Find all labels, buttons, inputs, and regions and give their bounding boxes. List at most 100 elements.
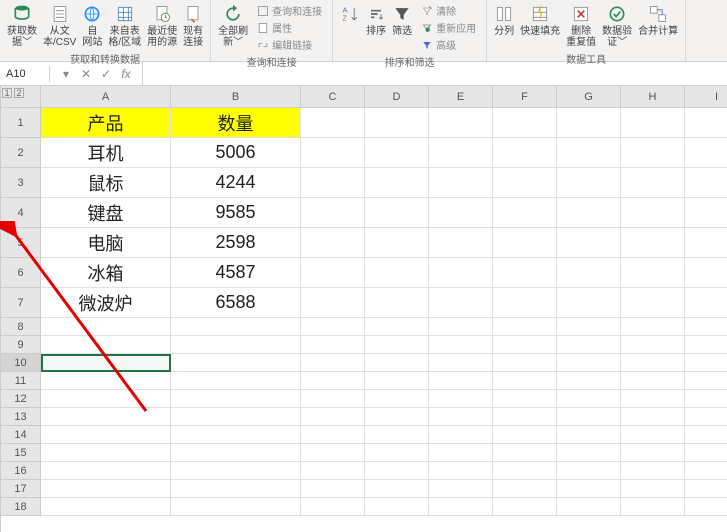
row-header-4[interactable]: 4 [1,198,41,228]
row-header-11[interactable]: 11 [1,372,41,390]
row-header-12[interactable]: 12 [1,390,41,408]
cell-I16[interactable] [685,462,727,480]
cell-C3[interactable] [301,168,365,198]
cell-B8[interactable] [171,318,301,336]
ribbon-table-button[interactable]: 来自表 格/区域 [105,2,144,50]
cell-I9[interactable] [685,336,727,354]
row-header-2[interactable]: 2 [1,138,41,168]
cell-G1[interactable] [557,108,621,138]
cell-B15[interactable] [171,444,301,462]
column-header-C[interactable]: C [301,86,365,108]
ribbon-recent-button[interactable]: 最近使 用的源 [144,2,180,50]
row-header-5[interactable]: 5 [1,228,41,258]
cell-E18[interactable] [429,498,493,516]
ribbon-sub-adv[interactable]: 高级 [419,36,478,53]
cell-C16[interactable] [301,462,365,480]
cell-C2[interactable] [301,138,365,168]
cell-H16[interactable] [621,462,685,480]
cell-E15[interactable] [429,444,493,462]
cell-G12[interactable] [557,390,621,408]
column-header-B[interactable]: B [171,86,301,108]
cell-G14[interactable] [557,426,621,444]
cell-F12[interactable] [493,390,557,408]
cell-C14[interactable] [301,426,365,444]
ribbon-sub-props[interactable]: 属性 [255,19,324,36]
cell-B17[interactable] [171,480,301,498]
cell-C15[interactable] [301,444,365,462]
cell-F1[interactable] [493,108,557,138]
cell-B18[interactable] [171,498,301,516]
cell-C11[interactable] [301,372,365,390]
row-header-1[interactable]: 1 [1,108,41,138]
ribbon-web-button[interactable]: 自 网站 [79,2,105,50]
cell-G11[interactable] [557,372,621,390]
row-header-14[interactable]: 14 [1,426,41,444]
cell-F16[interactable] [493,462,557,480]
cell-G13[interactable] [557,408,621,426]
row-header-7[interactable]: 7 [1,288,41,318]
cell-F18[interactable] [493,498,557,516]
cell-G9[interactable] [557,336,621,354]
cell-E5[interactable] [429,228,493,258]
cell-D3[interactable] [365,168,429,198]
cell-I8[interactable] [685,318,727,336]
ribbon-consol-button[interactable]: 合并计算 [635,2,681,50]
cell-G6[interactable] [557,258,621,288]
cell-A7[interactable]: 微波炉 [41,288,171,318]
cell-F2[interactable] [493,138,557,168]
row-header-9[interactable]: 9 [1,336,41,354]
cell-F14[interactable] [493,426,557,444]
cell-F13[interactable] [493,408,557,426]
cell-A18[interactable] [41,498,171,516]
cell-C4[interactable] [301,198,365,228]
cell-A5[interactable]: 电脑 [41,228,171,258]
cell-E7[interactable] [429,288,493,318]
column-header-H[interactable]: H [621,86,685,108]
cell-A6[interactable]: 冰箱 [41,258,171,288]
cell-A2[interactable]: 耳机 [41,138,171,168]
cell-G15[interactable] [557,444,621,462]
cell-H1[interactable] [621,108,685,138]
column-header-G[interactable]: G [557,86,621,108]
cell-E13[interactable] [429,408,493,426]
cell-H5[interactable] [621,228,685,258]
cell-F10[interactable] [493,354,557,372]
cell-A10[interactable] [41,354,171,372]
cell-H11[interactable] [621,372,685,390]
cell-D15[interactable] [365,444,429,462]
cell-I13[interactable] [685,408,727,426]
cell-G17[interactable] [557,480,621,498]
formula-input[interactable] [143,72,727,76]
cell-H10[interactable] [621,354,685,372]
cell-E9[interactable] [429,336,493,354]
ribbon-refresh-button[interactable]: 全部刷 新﹀ [215,2,251,53]
cell-I3[interactable] [685,168,727,198]
cell-B13[interactable] [171,408,301,426]
column-header-E[interactable]: E [429,86,493,108]
cell-G16[interactable] [557,462,621,480]
cell-A11[interactable] [41,372,171,390]
cell-I2[interactable] [685,138,727,168]
cell-I1[interactable] [685,108,727,138]
cell-H13[interactable] [621,408,685,426]
ribbon-flash-button[interactable]: 快速填充 [517,2,563,50]
cell-I10[interactable] [685,354,727,372]
cell-G18[interactable] [557,498,621,516]
cell-A16[interactable] [41,462,171,480]
cell-A9[interactable] [41,336,171,354]
cell-D4[interactable] [365,198,429,228]
cell-D7[interactable] [365,288,429,318]
ribbon-validate-button[interactable]: 数据验 证﹀ [599,2,635,50]
cell-C1[interactable] [301,108,365,138]
cell-E3[interactable] [429,168,493,198]
cell-E4[interactable] [429,198,493,228]
cell-E16[interactable] [429,462,493,480]
column-header-D[interactable]: D [365,86,429,108]
cell-B11[interactable] [171,372,301,390]
column-header-A[interactable]: A [41,86,171,108]
cell-A17[interactable] [41,480,171,498]
row-header-15[interactable]: 15 [1,444,41,462]
ribbon-split-button[interactable]: 分列 [491,2,517,50]
cell-H4[interactable] [621,198,685,228]
cell-B4[interactable]: 9585 [171,198,301,228]
